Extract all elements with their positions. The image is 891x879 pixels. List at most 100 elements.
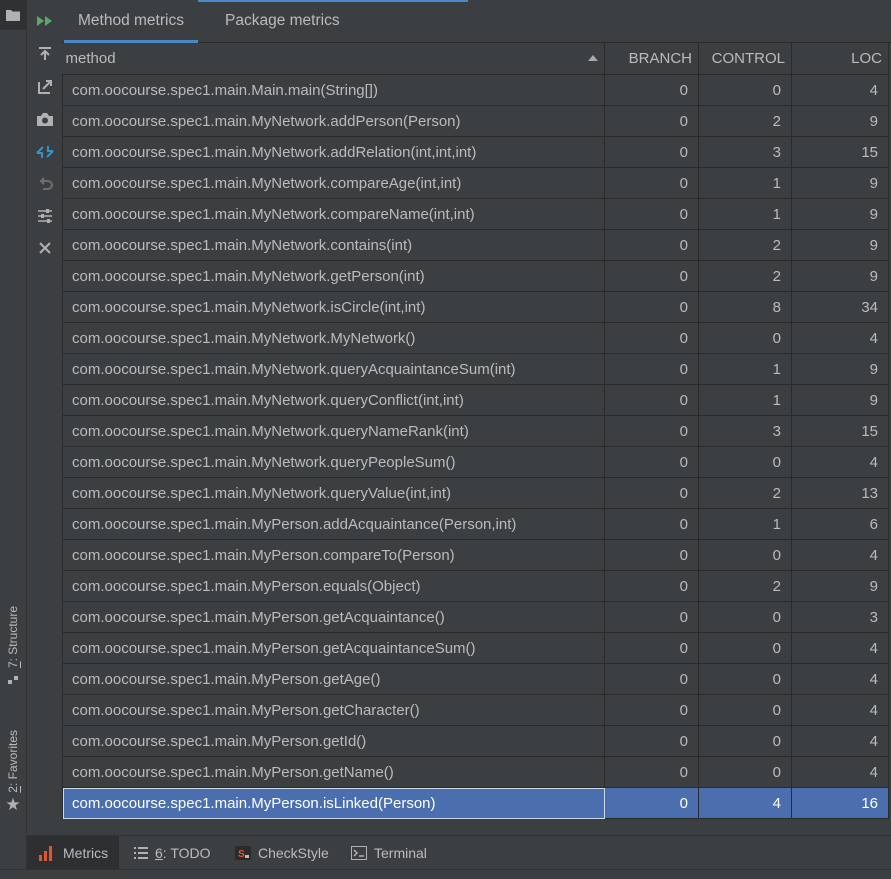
- terminal-icon: [351, 846, 367, 860]
- table-row[interactable]: com.oocourse.spec1.main.MyNetwork.queryA…: [62, 353, 889, 385]
- loc-cell: 15: [791, 136, 889, 168]
- method-cell: com.oocourse.spec1.main.MyNetwork.queryC…: [62, 384, 605, 416]
- bottom-tab-todo[interactable]: 6: TODO: [123, 836, 222, 870]
- favorites-tab-label: : Favorites: [6, 730, 20, 787]
- column-header-control[interactable]: CONTROL: [698, 43, 792, 75]
- method-cell: com.oocourse.spec1.main.Main.main(String…: [62, 74, 605, 106]
- column-header-branch[interactable]: BRANCH: [604, 43, 699, 75]
- control-cell: 1: [698, 353, 792, 385]
- export-button[interactable]: [33, 42, 57, 66]
- method-cell: com.oocourse.spec1.main.MyPerson.equals(…: [62, 570, 605, 602]
- favorites-tool-tab[interactable]: 2: Favorites ★: [0, 730, 26, 815]
- rerun-button[interactable]: [33, 9, 57, 33]
- method-cell: com.oocourse.spec1.main.MyPerson.getAge(…: [62, 663, 605, 695]
- branch-cell: 0: [604, 136, 699, 168]
- collapse-icon: [36, 146, 54, 158]
- branch-cell: 0: [604, 353, 699, 385]
- loc-cell: 4: [791, 663, 889, 695]
- bottom-tab-metrics[interactable]: Metrics: [27, 836, 120, 870]
- table-row[interactable]: com.oocourse.spec1.main.MyPerson.getAcqu…: [62, 601, 889, 633]
- control-cell: 0: [698, 601, 792, 633]
- bottom-tab-metrics-label: Metrics: [63, 845, 109, 861]
- metrics-toolbar: [27, 0, 62, 835]
- table-row[interactable]: com.oocourse.spec1.main.MyPerson.getAge(…: [62, 663, 889, 695]
- table-row[interactable]: com.oocourse.spec1.main.MyNetwork.isCirc…: [62, 291, 889, 323]
- project-folder-button[interactable]: [0, 0, 26, 30]
- method-cell: com.oocourse.spec1.main.MyPerson.getName…: [62, 756, 605, 788]
- branch-cell: 0: [604, 694, 699, 726]
- method-cell: com.oocourse.spec1.main.MyNetwork.queryN…: [62, 415, 605, 447]
- branch-cell: 0: [604, 477, 699, 509]
- loc-cell: 4: [791, 74, 889, 106]
- branch-cell: 0: [604, 322, 699, 354]
- table-row[interactable]: com.oocourse.spec1.main.MyNetwork.compar…: [62, 198, 889, 230]
- table-row[interactable]: com.oocourse.spec1.main.MyPerson.getId()…: [62, 725, 889, 757]
- table-row[interactable]: com.oocourse.spec1.main.MyNetwork.getPer…: [62, 260, 889, 292]
- table-row[interactable]: com.oocourse.spec1.main.MyNetwork.queryP…: [62, 446, 889, 478]
- checkstyle-icon: S: [235, 846, 251, 860]
- branch-cell: 0: [604, 539, 699, 571]
- table-row[interactable]: com.oocourse.spec1.main.MyNetwork.queryV…: [62, 477, 889, 509]
- loc-cell: 4: [791, 632, 889, 664]
- table-row[interactable]: com.oocourse.spec1.main.MyNetwork.contai…: [62, 229, 889, 261]
- method-cell: com.oocourse.spec1.main.MyNetwork.contai…: [62, 229, 605, 261]
- control-cell: 1: [698, 167, 792, 199]
- control-cell: 0: [698, 694, 792, 726]
- loc-cell: 9: [791, 570, 889, 602]
- metrics-table-container[interactable]: method BRANCH CONTROL LOC com.oocourse.s…: [62, 43, 891, 835]
- compare-button[interactable]: [33, 140, 57, 164]
- branch-cell: 0: [604, 167, 699, 199]
- loc-cell: 4: [791, 446, 889, 478]
- branch-cell: 0: [604, 260, 699, 292]
- table-row[interactable]: com.oocourse.spec1.main.MyPerson.compare…: [62, 539, 889, 571]
- column-header-method[interactable]: method: [62, 43, 605, 75]
- bottom-tab-terminal[interactable]: Terminal: [340, 836, 438, 870]
- loc-cell: 4: [791, 539, 889, 571]
- close-panel-button[interactable]: [33, 236, 57, 260]
- table-row[interactable]: com.oocourse.spec1.main.MyPerson.equals(…: [62, 570, 889, 602]
- table-row[interactable]: com.oocourse.spec1.main.MyNetwork.queryC…: [62, 384, 889, 416]
- column-header-loc[interactable]: LOC: [791, 43, 889, 75]
- method-cell: com.oocourse.spec1.main.MyPerson.getId(): [62, 725, 605, 757]
- control-cell: 2: [698, 229, 792, 261]
- control-cell: 3: [698, 415, 792, 447]
- export-icon: [39, 47, 51, 60]
- table-row[interactable]: com.oocourse.spec1.main.MyNetwork.addRel…: [62, 136, 889, 168]
- table-row[interactable]: com.oocourse.spec1.main.MyPerson.getName…: [62, 756, 889, 788]
- snapshot-button[interactable]: [33, 107, 57, 131]
- structure-shortcut-key: 7: [6, 661, 20, 669]
- loc-cell: 16: [791, 787, 889, 819]
- table-row[interactable]: com.oocourse.spec1.main.Main.main(String…: [62, 74, 889, 106]
- table-row[interactable]: com.oocourse.spec1.main.MyNetwork.addPer…: [62, 105, 889, 137]
- camera-icon: [37, 112, 53, 126]
- structure-tool-tab[interactable]: 7: Structure: [0, 606, 26, 686]
- loc-cell: 9: [791, 198, 889, 230]
- table-row[interactable]: com.oocourse.spec1.main.MyNetwork.queryN…: [62, 415, 889, 447]
- control-cell: 0: [698, 632, 792, 664]
- loc-cell: 4: [791, 694, 889, 726]
- loc-cell: 9: [791, 167, 889, 199]
- table-row[interactable]: com.oocourse.spec1.main.MyPerson.getAcqu…: [62, 632, 889, 664]
- table-header-row: method BRANCH CONTROL LOC: [62, 43, 889, 75]
- open-in-editor-button[interactable]: [33, 75, 57, 99]
- control-cell: 1: [698, 384, 792, 416]
- control-cell: 2: [698, 477, 792, 509]
- table-row[interactable]: com.oocourse.spec1.main.MyPerson.addAcqu…: [62, 508, 889, 540]
- svg-text:S: S: [238, 849, 245, 860]
- bottom-tab-terminal-label: Terminal: [374, 845, 427, 861]
- bottom-tab-checkstyle[interactable]: S CheckStyle: [224, 836, 340, 870]
- table-row[interactable]: com.oocourse.spec1.main.MyPerson.isLinke…: [62, 787, 889, 819]
- configure-button[interactable]: [33, 204, 57, 228]
- undo-button[interactable]: [33, 172, 57, 196]
- control-cell: 0: [698, 539, 792, 571]
- table-row[interactable]: com.oocourse.spec1.main.MyPerson.getChar…: [62, 694, 889, 726]
- tab-method-metrics[interactable]: Method metrics: [64, 0, 198, 43]
- tab-package-metrics[interactable]: Package metrics: [210, 0, 355, 42]
- table-row[interactable]: com.oocourse.spec1.main.MyNetwork.compar…: [62, 167, 889, 199]
- table-row[interactable]: com.oocourse.spec1.main.MyNetwork.MyNetw…: [62, 322, 889, 354]
- branch-cell: 0: [604, 508, 699, 540]
- loc-cell: 15: [791, 415, 889, 447]
- method-cell: com.oocourse.spec1.main.MyNetwork.queryP…: [62, 446, 605, 478]
- loc-cell: 9: [791, 229, 889, 261]
- loc-cell: 9: [791, 353, 889, 385]
